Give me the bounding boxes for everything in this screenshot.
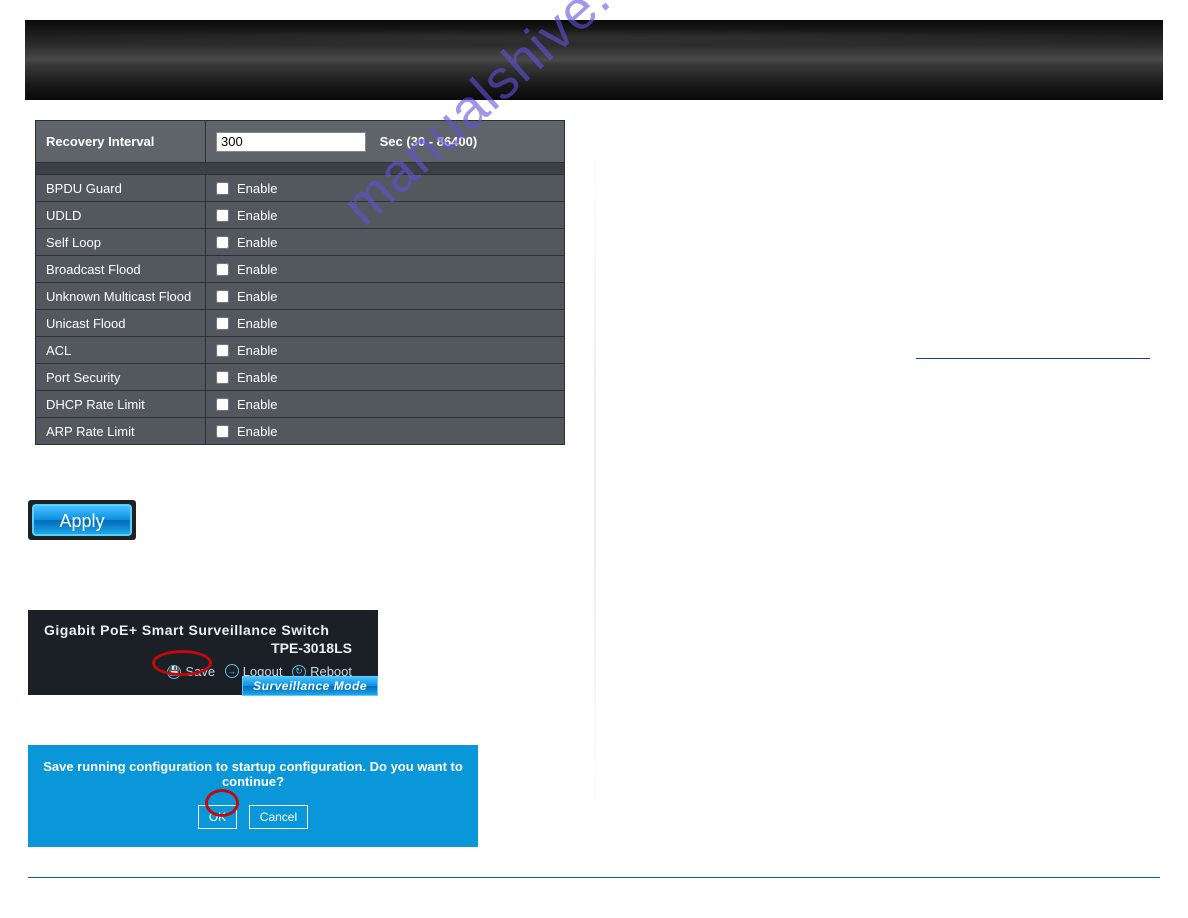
self-loop-checkbox[interactable]: [216, 236, 229, 249]
row-label: DHCP Rate Limit: [36, 391, 206, 418]
row-arp-rate-limit: ARP Rate Limit Enable: [36, 418, 565, 445]
recovery-interval-input[interactable]: [216, 132, 366, 152]
save-config-dialog: Save running configuration to startup co…: [28, 745, 478, 847]
port-security-checkbox[interactable]: [216, 371, 229, 384]
page-divider: [594, 130, 596, 830]
dialog-message: Save running configuration to startup co…: [40, 759, 466, 789]
broadcast-flood-checkbox[interactable]: [216, 263, 229, 276]
row-broadcast-flood: Broadcast Flood Enable: [36, 256, 565, 283]
acl-checkbox[interactable]: [216, 344, 229, 357]
enable-label: Enable: [237, 181, 277, 196]
arp-rate-limit-checkbox[interactable]: [216, 425, 229, 438]
row-label: Self Loop: [36, 229, 206, 256]
bottom-rule: [28, 877, 1160, 878]
logout-icon: →: [225, 664, 239, 678]
save-button[interactable]: 💾 Save: [167, 664, 215, 679]
dhcp-rate-limit-checkbox[interactable]: [216, 398, 229, 411]
enable-label: Enable: [237, 424, 277, 439]
row-label: Port Security: [36, 364, 206, 391]
row-label: UDLD: [36, 202, 206, 229]
enable-label: Enable: [237, 370, 277, 385]
recovery-interval-label: Recovery Interval: [36, 121, 206, 163]
config-table: Recovery Interval Sec (30 - 86400) BPDU …: [35, 120, 565, 445]
row-unicast-flood: Unicast Flood Enable: [36, 310, 565, 337]
save-label: Save: [185, 664, 215, 679]
bpdu-guard-checkbox[interactable]: [216, 182, 229, 195]
row-label: Broadcast Flood: [36, 256, 206, 283]
surveillance-mode-button[interactable]: Surveillance Mode: [242, 676, 378, 696]
row-bpdu-guard: BPDU Guard Enable: [36, 175, 565, 202]
row-label: Unknown Multicast Flood: [36, 283, 206, 310]
row-udld: UDLD Enable: [36, 202, 565, 229]
recovery-interval-row: Recovery Interval Sec (30 - 86400): [36, 121, 565, 163]
row-label: ACL: [36, 337, 206, 364]
row-self-loop: Self Loop Enable: [36, 229, 565, 256]
row-dhcp-rate-limit: DHCP Rate Limit Enable: [36, 391, 565, 418]
row-label: Unicast Flood: [36, 310, 206, 337]
apply-button[interactable]: Apply: [32, 504, 132, 536]
cancel-button[interactable]: Cancel: [249, 805, 308, 829]
enable-label: Enable: [237, 397, 277, 412]
recovery-interval-hint: Sec (30 - 86400): [380, 134, 478, 149]
save-icon: 💾: [167, 665, 181, 679]
row-unknown-multicast-flood: Unknown Multicast Flood Enable: [36, 283, 565, 310]
unknown-multicast-flood-checkbox[interactable]: [216, 290, 229, 303]
row-label: BPDU Guard: [36, 175, 206, 202]
row-port-security: Port Security Enable: [36, 364, 565, 391]
row-acl: ACL Enable: [36, 337, 565, 364]
enable-label: Enable: [237, 316, 277, 331]
switch-title: Gigabit PoE+ Smart Surveillance Switch: [44, 622, 362, 638]
switch-header-panel: Gigabit PoE+ Smart Surveillance Switch T…: [28, 610, 378, 695]
ok-button[interactable]: OK: [198, 805, 237, 829]
row-label: ARP Rate Limit: [36, 418, 206, 445]
switch-model: TPE-3018LS: [44, 640, 362, 656]
right-rule: [916, 358, 1150, 359]
enable-label: Enable: [237, 235, 277, 250]
udld-checkbox[interactable]: [216, 209, 229, 222]
enable-label: Enable: [237, 343, 277, 358]
unicast-flood-checkbox[interactable]: [216, 317, 229, 330]
enable-label: Enable: [237, 289, 277, 304]
enable-label: Enable: [237, 208, 277, 223]
top-banner: [25, 20, 1163, 100]
enable-label: Enable: [237, 262, 277, 277]
